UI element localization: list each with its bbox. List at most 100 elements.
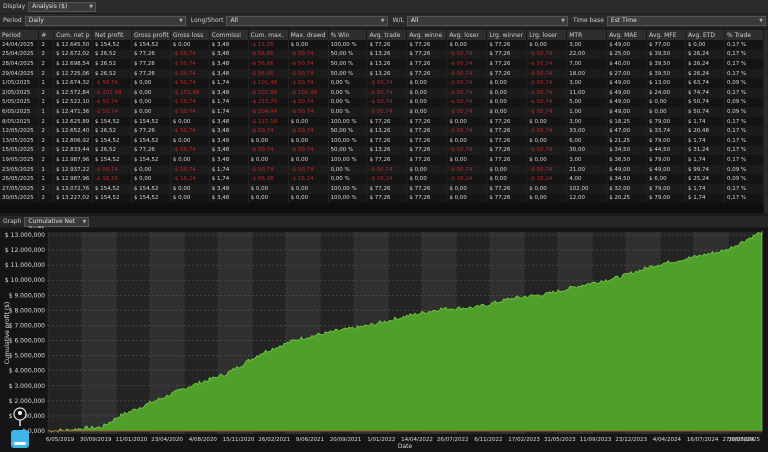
x-tick-label: 20/09/2021 (330, 437, 362, 443)
column-header[interactable]: MTR (566, 30, 608, 40)
table-cell: $ 0,00 (446, 183, 488, 194)
column-header[interactable]: Max. drawd (288, 30, 329, 40)
column-header[interactable]: Avg. MFE (646, 30, 687, 40)
table-cell: $ 77,26 (366, 183, 408, 194)
table-cell: $ 0,00 (288, 183, 329, 194)
table-cell: -$ 50,74 (446, 97, 488, 108)
period-label: Period (3, 17, 22, 24)
longshort-select[interactable]: All ▼ (226, 15, 388, 26)
table-cell: $ 0,00 (288, 193, 329, 204)
column-header[interactable]: Lrg. loser (526, 30, 568, 40)
column-header[interactable]: Avg. winne (406, 30, 448, 40)
x-tick-label: 6/05/2019 (46, 437, 75, 443)
display-select[interactable]: Analysis ($) ▼ (28, 1, 97, 12)
column-header[interactable]: % Trade (724, 30, 765, 40)
table-row[interactable]: 26/05/2025 1 $ 12.987,96 -$ 16,24 $ 0,00 -$ 1… (0, 174, 765, 184)
table-row[interactable]: 19/05/2025 2 $ 12.987,96 $ 154,52 $ 154,52 $ … (0, 155, 765, 165)
column-header[interactable]: Avg. trade (366, 30, 408, 40)
y-tick-label: $ 7.000,000 (9, 322, 45, 329)
table-cell: -$ 50,74 (170, 126, 210, 136)
chevron-down-icon: ▼ (380, 17, 385, 24)
table-cell: $ 63,74 (685, 78, 725, 88)
column-header[interactable]: Net profit (92, 30, 132, 40)
table-row[interactable]: 15/05/2025 2 $ 12.833,44 $ 26,52 $ 77,26 -$ 5… (0, 145, 765, 156)
table-cell: $ 154,52 (131, 135, 171, 146)
app-logo-icon[interactable] (11, 430, 29, 448)
table-cell: -$ 50,74 (288, 145, 329, 156)
timebase-select[interactable]: Est Time ▼ (606, 15, 767, 26)
column-header[interactable]: Commissi (209, 30, 249, 40)
column-header[interactable]: Period (0, 30, 40, 40)
table-cell: $ 3,48 (209, 59, 249, 69)
table-row[interactable]: 28/04/2025 2 $ 12.698,54 $ 26,52 $ 77,26 -$ 5… (0, 59, 765, 69)
table-scrollbar[interactable] (764, 30, 768, 213)
table-cell: 1/05/2025 (0, 78, 40, 88)
table-row[interactable]: 12/05/2025 2 $ 12.652,40 $ 26,52 $ 77,26 -$ 5… (0, 126, 765, 136)
table-cell: -$ 50,74 (446, 145, 488, 156)
table-row[interactable]: 6/05/2025 1 $ 12.471,36 -$ 50,74 $ 0,00 -$ 50… (0, 107, 765, 117)
table-cell: -$ 50,74 (288, 107, 329, 117)
table-cell: 2 (38, 116, 55, 127)
table-cell: $ 0,00 (406, 87, 448, 98)
table-cell: 0,17 % (724, 68, 765, 79)
table-cell: $ 0,00 (446, 155, 488, 165)
table-cell: 0,17 % (724, 145, 765, 156)
table-cell: $ 39,50 (646, 49, 687, 60)
table-row[interactable]: 29/04/2025 2 $ 12.725,06 $ 26,52 $ 77,26 -$ 5… (0, 68, 765, 79)
table-cell: $ 26,24 (685, 59, 725, 69)
table-cell: $ 0,00 (248, 155, 289, 165)
table-cell: $ 77,26 (131, 49, 171, 60)
table-cell: -$ 16,24 (366, 174, 408, 184)
table-cell: $ 3,48 (209, 183, 249, 194)
table-row[interactable]: 24/04/2025 2 $ 12.645,50 $ 154,52 $ 154,52 $ … (0, 40, 765, 50)
table-row[interactable]: 13/05/2025 2 $ 12.806,92 $ 154,52 $ 154,52 $ … (0, 135, 765, 146)
column-header[interactable]: Cum. net p (53, 30, 94, 40)
period-value: Daily (28, 16, 44, 24)
table-row[interactable]: 25/04/2025 2 $ 12.672,02 $ 26,52 $ 77,26 -$ 5… (0, 49, 765, 60)
table-cell: -$ 50,74 (366, 87, 408, 98)
table-cell: $ 0,00 (486, 164, 528, 175)
column-header[interactable]: Gross loss (170, 30, 210, 40)
table-cell: $ 12.645,50 (53, 40, 94, 50)
period-select[interactable]: Daily ▼ (24, 15, 186, 26)
pin-icon[interactable] (13, 407, 27, 426)
table-cell: $ 154,52 (131, 183, 171, 194)
table-row[interactable]: 1/05/2025 1 $ 12.674,32 -$ 50,74 $ 0,00 -$ 50… (0, 78, 765, 88)
table-cell: $ 0,00 (131, 87, 171, 98)
table-row[interactable]: 23/05/2025 1 $ 12.937,22 -$ 50,74 $ 0,00 -$ 5… (0, 164, 765, 175)
table-row[interactable]: 5/05/2025 1 $ 12.522,10 -$ 50,74 $ 0,00 -$ 50… (0, 97, 765, 108)
table-cell: $ 6,00 (646, 174, 687, 184)
table-row[interactable]: 8/05/2025 2 $ 12.625,89 $ 154,52 $ 154,52 $ 0… (0, 116, 765, 127)
table-cell: 0,17 % (724, 193, 765, 204)
column-header[interactable]: Avg. MAE (606, 30, 648, 40)
table-cell: $ 26,52 (92, 68, 132, 79)
x-tick-label: 26/02/2021 (258, 437, 290, 443)
wl-select[interactable]: All ▼ (406, 15, 568, 26)
column-header[interactable]: Gross profit (131, 30, 171, 40)
graph-select[interactable]: Cumulative Net Profit ▼ (24, 216, 90, 233)
table-cell: $ 0,00 (131, 164, 171, 175)
table-row[interactable]: 27/05/2025 2 $ 13.072,76 $ 154,52 $ 154,52 $ … (0, 183, 765, 194)
table-cell: 2 (38, 126, 55, 136)
table-cell: $ 0,00 (170, 155, 210, 165)
column-header[interactable]: % Win (328, 30, 368, 40)
table-cell: -$ 50,74 (526, 49, 568, 60)
x-axis-label: Date (398, 443, 413, 450)
table-cell: 21,00 (566, 164, 608, 175)
table-cell: 15/05/2025 (0, 145, 40, 156)
column-header[interactable]: Cum. max. (248, 30, 289, 40)
table-cell: $ 50,74 (685, 107, 725, 117)
table-cell: $ 0,00 (486, 107, 528, 117)
table-cell: 0,00 % (328, 97, 368, 108)
table-cell: $ 77,26 (486, 68, 528, 79)
column-header[interactable]: Avg. loser (446, 30, 488, 40)
table-row[interactable]: 30/05/2025 2 $ 13.227,02 $ 154,52 $ 154,52 $ … (0, 193, 765, 204)
table-cell: $ 12.471,36 (53, 107, 94, 117)
column-header[interactable]: Lrg. winner (486, 30, 528, 40)
column-header[interactable]: # (38, 30, 55, 40)
column-header[interactable]: Avg. ETD (685, 30, 725, 40)
table-row[interactable]: 2/05/2025 2 $ 12.572,84 -$ 101,48 $ 0,00 -$ 1… (0, 87, 765, 98)
table-cell: 3,00 (566, 155, 608, 165)
table-cell: $ 49,00 (606, 107, 648, 117)
table-cell: $ 24,00 (646, 87, 687, 98)
